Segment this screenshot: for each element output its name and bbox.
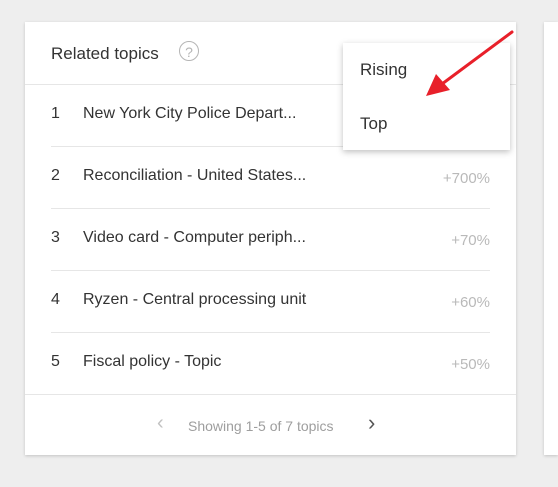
annotation-arrow-icon: [426, 30, 514, 96]
